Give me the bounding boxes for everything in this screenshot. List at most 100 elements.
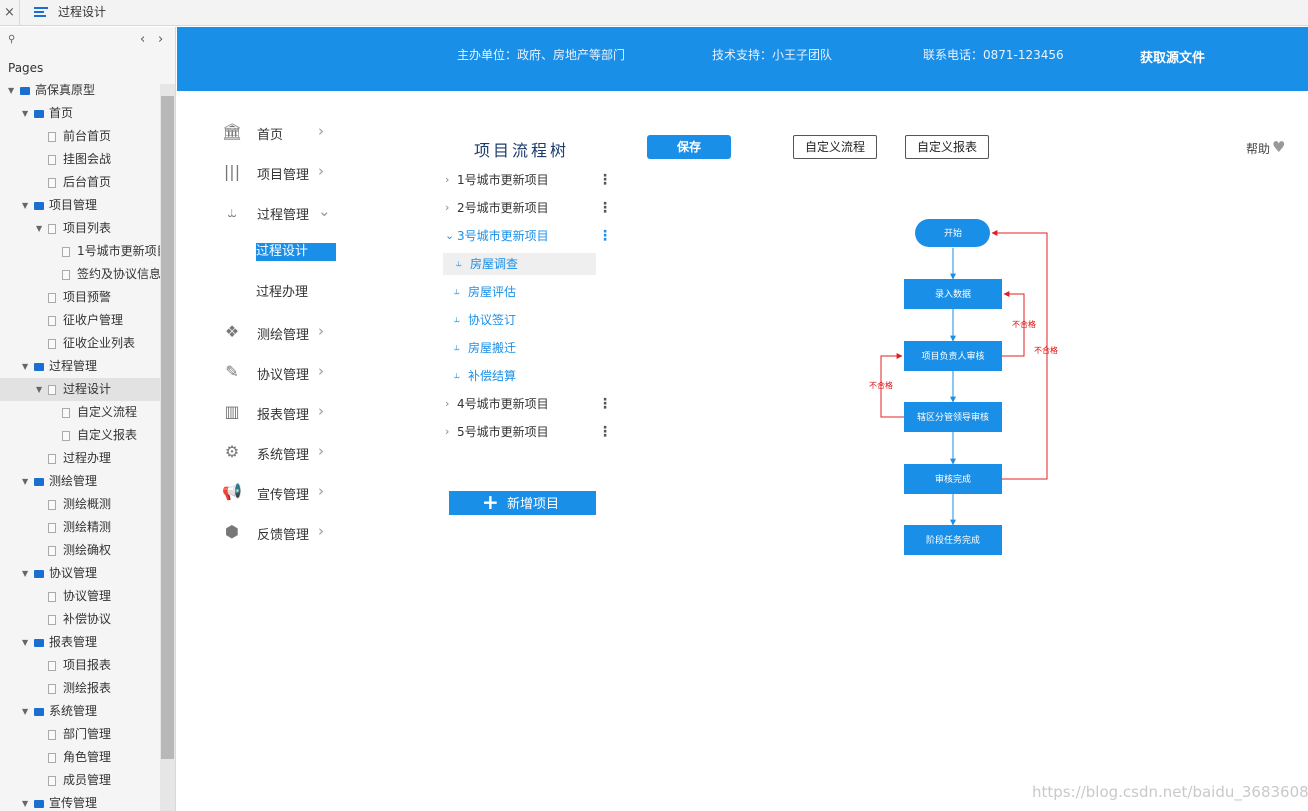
- chevron-down-icon[interactable]: ⌄: [445, 225, 454, 247]
- chevron-right-icon[interactable]: ›: [445, 421, 449, 443]
- flow-node-label: 录入数据: [935, 288, 971, 300]
- page-tree-item[interactable]: 测绘概测: [0, 493, 160, 516]
- expand-toggle-icon[interactable]: ▼: [22, 562, 28, 585]
- page-tree-item[interactable]: ▼ 过程设计: [0, 378, 160, 401]
- nav-item[interactable]: ⚙ 系统管理 ›: [222, 440, 342, 466]
- page-tree-item[interactable]: 成员管理: [0, 769, 160, 792]
- nav-item[interactable]: 📢 宣传管理 ›: [222, 480, 342, 506]
- page-tree-item[interactable]: 1号城市更新项目: [0, 240, 160, 263]
- reject-label: 不合格: [1034, 345, 1058, 355]
- chevron-right-icon[interactable]: ›: [445, 197, 449, 219]
- scrollbar-thumb[interactable]: [161, 96, 174, 759]
- nav-subitem[interactable]: 过程设计: [256, 243, 336, 261]
- page-tree-item[interactable]: 签约及协议信息: [0, 263, 160, 286]
- page-tree-item[interactable]: 角色管理: [0, 746, 160, 769]
- help-link[interactable]: 帮助 ♥: [1246, 138, 1285, 157]
- nav-item[interactable]: ⥿ 过程管理 ⌄: [222, 200, 342, 226]
- page-tree-item[interactable]: 协议管理: [0, 585, 160, 608]
- project-tree-item[interactable]: › 1号城市更新项目 ⋮: [443, 169, 613, 191]
- page-tree-item[interactable]: 补偿协议: [0, 608, 160, 631]
- process-step-item[interactable]: ⥿ 协议签订: [443, 309, 596, 331]
- page-tree-item[interactable]: ▼ 高保真原型: [0, 79, 160, 102]
- page-tree-item[interactable]: ▼ 首页: [0, 102, 160, 125]
- expand-toggle-icon[interactable]: ▼: [8, 79, 14, 102]
- get-source-link[interactable]: 获取源文件: [1140, 47, 1205, 66]
- page-tree-label: 宣传管理: [49, 796, 98, 810]
- page-tree-item[interactable]: 部门管理: [0, 723, 160, 746]
- nav-item[interactable]: ▥ 报表管理 ›: [222, 400, 342, 426]
- page-tree-item[interactable]: ▼ 系统管理: [0, 700, 160, 723]
- expand-toggle-icon[interactable]: ▼: [36, 217, 42, 240]
- page-tree-item[interactable]: 征收企业列表: [0, 332, 160, 355]
- expand-toggle-icon[interactable]: ▼: [22, 470, 28, 493]
- menu-icon[interactable]: [34, 6, 48, 19]
- heartbeat-icon: ♥: [1272, 138, 1286, 156]
- page-tree-label: 前台首页: [63, 129, 112, 143]
- page-icon: [48, 316, 56, 326]
- page-tree-item[interactable]: ▼ 项目列表: [0, 217, 160, 240]
- page-tree-label: 角色管理: [63, 750, 112, 764]
- more-options-icon[interactable]: ⋮: [598, 225, 612, 247]
- nav-item[interactable]: ✎ 协议管理 ›: [222, 360, 342, 386]
- project-tree-item[interactable]: › 2号城市更新项目 ⋮: [443, 197, 613, 219]
- page-tree-item[interactable]: ▼ 宣传管理: [0, 792, 160, 811]
- nav-item[interactable]: ||| 项目管理 ›: [222, 160, 342, 186]
- process-step-item[interactable]: ⥿ 房屋搬迁: [443, 337, 596, 359]
- page-tree-item[interactable]: ▼ 报表管理: [0, 631, 160, 654]
- nav-item[interactable]: ⬢ 反馈管理 ›: [222, 520, 342, 546]
- page-tree-label: 测绘报表: [63, 681, 112, 695]
- project-tree-item[interactable]: › 5号城市更新项目 ⋮: [443, 421, 613, 443]
- folder-icon: [34, 363, 44, 371]
- more-options-icon[interactable]: ⋮: [598, 421, 612, 443]
- folder-icon: [34, 570, 44, 578]
- prev-page-button[interactable]: ‹: [140, 32, 145, 47]
- page-tree-item[interactable]: 前台首页: [0, 125, 160, 148]
- page-tree-item[interactable]: ▼ 协议管理: [0, 562, 160, 585]
- expand-toggle-icon[interactable]: ▼: [22, 700, 28, 723]
- project-label: 4号城市更新项目: [457, 397, 549, 411]
- nav-item[interactable]: ❖ 测绘管理 ›: [222, 320, 342, 346]
- custom-report-button[interactable]: 自定义报表: [905, 135, 989, 159]
- search-icon[interactable]: ⚲: [8, 34, 15, 45]
- expand-toggle-icon[interactable]: ▼: [22, 102, 28, 125]
- save-button[interactable]: 保存: [647, 135, 731, 159]
- custom-flow-button[interactable]: 自定义流程: [793, 135, 877, 159]
- page-tree-item[interactable]: ▼ 测绘管理: [0, 470, 160, 493]
- page-tree-item[interactable]: 过程办理: [0, 447, 160, 470]
- chevron-right-icon[interactable]: ›: [445, 393, 449, 415]
- page-tree-item[interactable]: 测绘报表: [0, 677, 160, 700]
- page-tree-item[interactable]: 项目报表: [0, 654, 160, 677]
- page-tree-item[interactable]: 自定义报表: [0, 424, 160, 447]
- project-tree-item[interactable]: ⌄ 3号城市更新项目 ⋮: [443, 225, 613, 247]
- expand-toggle-icon[interactable]: ▼: [22, 355, 28, 378]
- add-project-button[interactable]: + 新增项目: [449, 490, 596, 515]
- page-tree-item[interactable]: ▼ 项目管理: [0, 194, 160, 217]
- more-options-icon[interactable]: ⋮: [598, 393, 612, 415]
- expand-toggle-icon[interactable]: ▼: [22, 194, 28, 217]
- page-tree-item[interactable]: 挂图会战: [0, 148, 160, 171]
- nav-item[interactable]: 🏛 首页 ›: [222, 120, 342, 146]
- page-tree-item[interactable]: 征收户管理: [0, 309, 160, 332]
- more-options-icon[interactable]: ⋮: [598, 197, 612, 219]
- process-step-item[interactable]: ⥿ 补偿结算: [443, 365, 596, 387]
- project-tree-item[interactable]: › 4号城市更新项目 ⋮: [443, 393, 613, 415]
- expand-toggle-icon[interactable]: ▼: [22, 792, 28, 811]
- page-tree-item[interactable]: 后台首页: [0, 171, 160, 194]
- page-tree-item[interactable]: 测绘精测: [0, 516, 160, 539]
- close-tab-button[interactable]: ×: [0, 0, 20, 26]
- process-step-item[interactable]: ⥿ 房屋调查: [443, 253, 596, 275]
- pages-scrollbar[interactable]: [160, 84, 175, 811]
- page-tree-item[interactable]: 测绘确权: [0, 539, 160, 562]
- nav-subitem[interactable]: 过程办理: [256, 284, 336, 302]
- page-tree-item[interactable]: ▼ 过程管理: [0, 355, 160, 378]
- page-tree-item[interactable]: 项目预警: [0, 286, 160, 309]
- expand-toggle-icon[interactable]: ▼: [22, 631, 28, 654]
- page-tree-label: 成员管理: [63, 773, 112, 787]
- expand-toggle-icon[interactable]: ▼: [36, 378, 42, 401]
- more-options-icon[interactable]: ⋮: [598, 169, 612, 191]
- process-step-item[interactable]: ⥿ 房屋评估: [443, 281, 596, 303]
- reject-label: 不合格: [1012, 319, 1036, 329]
- page-tree-item[interactable]: 自定义流程: [0, 401, 160, 424]
- chevron-right-icon[interactable]: ›: [445, 169, 449, 191]
- next-page-button[interactable]: ›: [158, 32, 163, 47]
